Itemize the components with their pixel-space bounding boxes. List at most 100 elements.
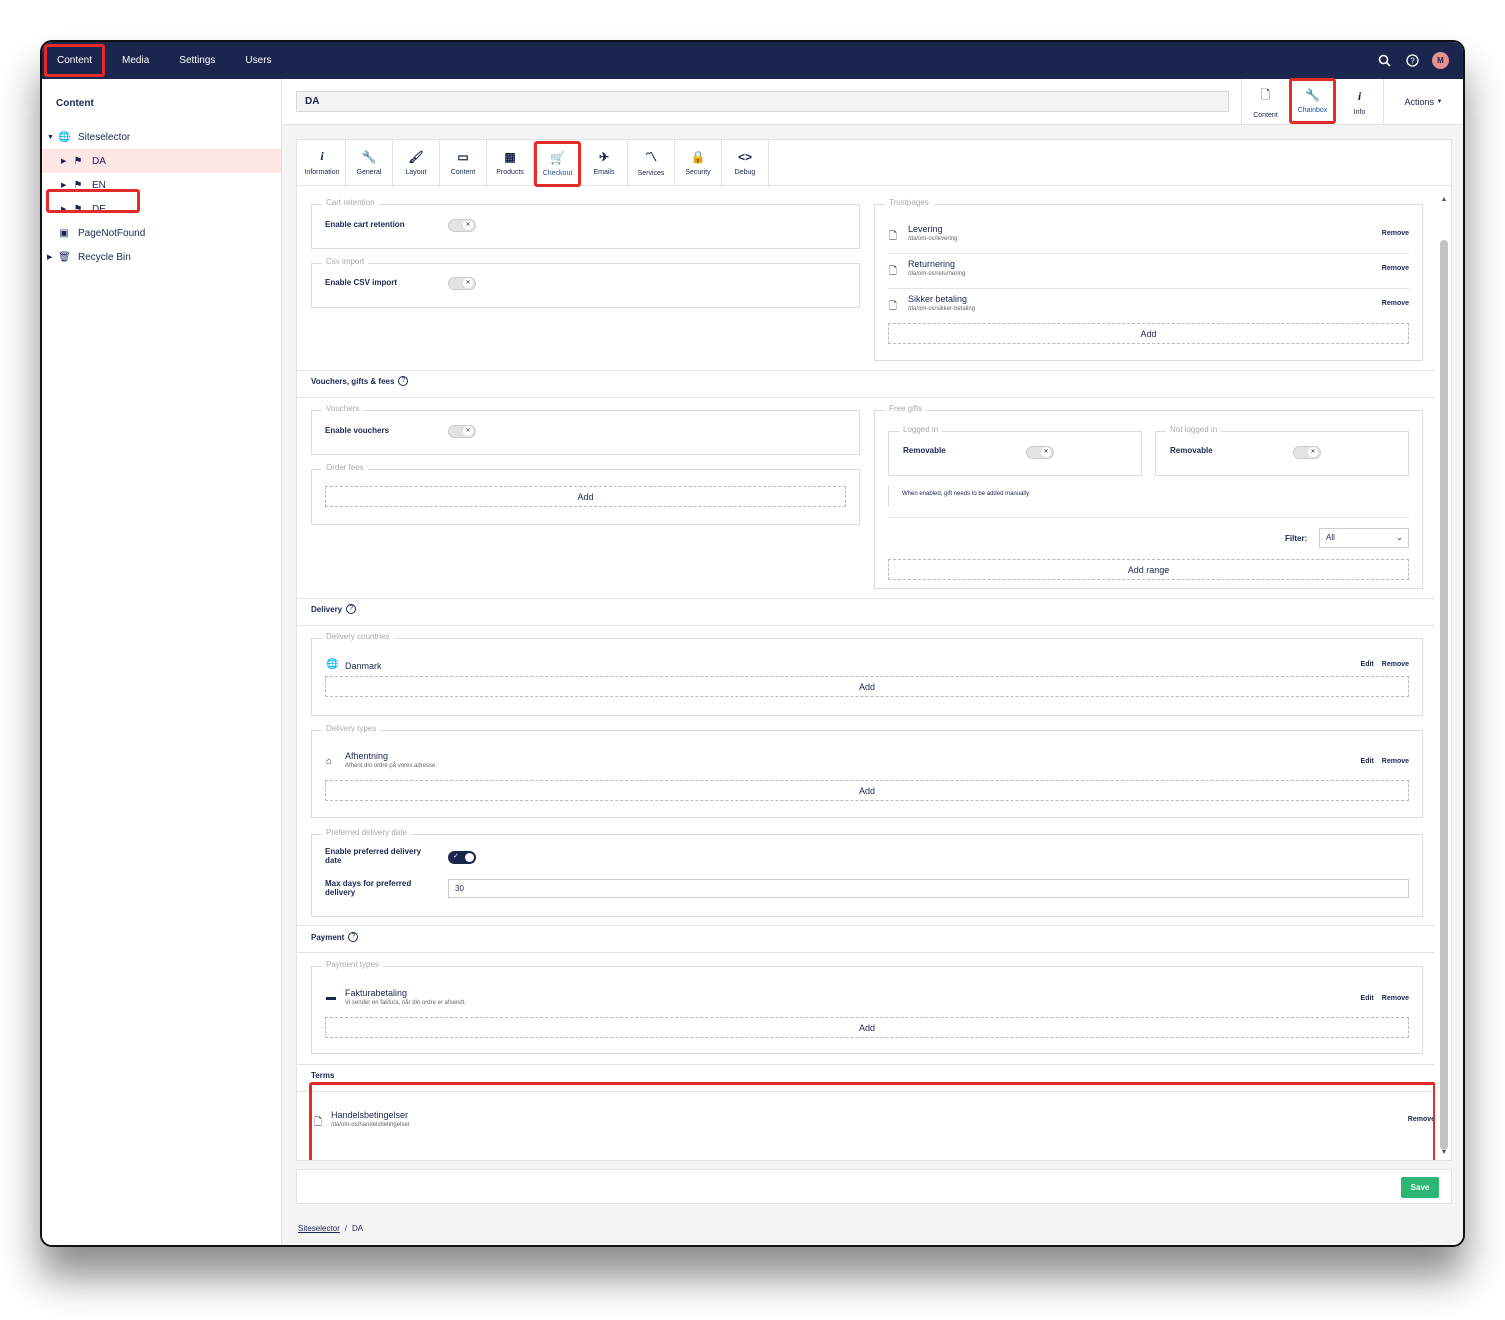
logged-in-removable-toggle[interactable]: [1026, 446, 1054, 459]
divider: [888, 517, 1409, 518]
sidebar-title: Content: [56, 98, 94, 109]
tree-item-recycle-bin[interactable]: ▶ 🗑 Recycle Bin: [42, 245, 281, 269]
lock-icon: 🔒: [690, 149, 706, 164]
app-chainbox-button[interactable]: 🔧 Chainbox: [1289, 78, 1336, 124]
trustpage-item: Levering/da/om-os/levering: [908, 224, 957, 242]
csv-import-toggle[interactable]: [448, 277, 476, 290]
tree-item-siteselector[interactable]: ▼ 🌐 Siteselector: [42, 125, 281, 149]
remove-link[interactable]: Remove: [1382, 661, 1409, 668]
fieldset-legend: Vouchers: [322, 404, 364, 413]
payment-type-item: Fakturabetaling Vi sender en faktura, når…: [345, 988, 466, 1006]
free-gifts-fieldset: Free gifts Logged in Removable Not logge…: [874, 404, 1423, 589]
document-icon: 🗋: [889, 231, 898, 242]
app-content-button[interactable]: 🗋 Content: [1242, 79, 1289, 125]
row-actions: Edit Remove: [1361, 758, 1409, 765]
nav-content[interactable]: Content: [44, 44, 106, 77]
help-icon[interactable]: ?: [1404, 53, 1420, 69]
layout-icon: ▭: [457, 149, 469, 164]
tab-layout[interactable]: 🖌 Layout: [393, 140, 440, 185]
section-title: Delivery: [311, 604, 343, 614]
csv-import-fieldset: Csv import Enable CSV import: [311, 257, 860, 308]
remove-link[interactable]: Remove: [1382, 995, 1409, 1002]
add-country-button[interactable]: Add: [325, 676, 1409, 697]
edit-link[interactable]: Edit: [1361, 758, 1374, 765]
tab-debug[interactable]: <> Debug: [722, 140, 769, 185]
tab-products[interactable]: ▦ Products: [487, 140, 534, 185]
scrollbar[interactable]: ▲ ▼: [1439, 196, 1449, 1156]
wrench-icon: 🔧: [361, 149, 377, 164]
caret-right-icon[interactable]: ▶: [61, 157, 66, 165]
add-payment-type-button[interactable]: Add: [325, 1017, 1409, 1038]
item-path: /da/om-os/returnering: [908, 271, 966, 277]
add-trustpage-button[interactable]: Add: [888, 323, 1409, 344]
scroll-down-icon[interactable]: ▼: [1439, 1149, 1449, 1156]
chart-icon: 〽: [644, 150, 657, 164]
divider: [297, 370, 1435, 371]
save-button[interactable]: Save: [1401, 1177, 1439, 1198]
remove-link[interactable]: Remove: [1382, 230, 1409, 237]
node-name-input[interactable]: DA: [296, 91, 1229, 112]
tree-item-da[interactable]: ▶ ⚑ DA: [42, 149, 281, 173]
fieldset-legend: Free gifts: [885, 404, 927, 413]
info-icon: i: [1357, 88, 1362, 103]
caret-right-icon[interactable]: ▶: [47, 253, 52, 261]
tab-checkout[interactable]: 🛒 Checkout: [534, 141, 581, 187]
row-actions: Remove: [1382, 230, 1409, 237]
help-icon[interactable]: ?: [398, 376, 409, 386]
tab-content[interactable]: ▭ Content: [440, 140, 487, 185]
edit-link[interactable]: Edit: [1361, 661, 1374, 668]
vouchers-toggle[interactable]: [448, 425, 476, 438]
cart-retention-fieldset: Cart retention Enable cart retention: [311, 198, 860, 249]
item-title: Fakturabetaling: [345, 988, 408, 998]
breadcrumb-link[interactable]: Siteselector: [298, 1224, 340, 1233]
caret-down-icon[interactable]: ▼: [47, 134, 54, 141]
nav-media[interactable]: Media: [107, 42, 164, 79]
field-label: Max days for preferred delivery: [325, 879, 412, 897]
edit-link[interactable]: Edit: [1361, 995, 1374, 1002]
svg-text:?: ?: [1410, 57, 1415, 66]
divider: [297, 625, 1435, 626]
cart-retention-toggle[interactable]: [448, 219, 476, 232]
actions-dropdown[interactable]: Actions ▼: [1383, 79, 1463, 125]
app-info-button[interactable]: i Info: [1336, 79, 1383, 125]
tab-information[interactable]: i Information: [299, 140, 346, 185]
help-icon[interactable]: ?: [348, 932, 359, 942]
field-label: Removable: [1170, 446, 1213, 455]
trash-icon: 🗑: [58, 251, 71, 263]
globe-icon: 🌐: [58, 131, 71, 143]
tab-security[interactable]: 🔒 Security: [675, 140, 722, 185]
globe-icon: 🌐: [326, 659, 339, 670]
scrollbar-thumb[interactable]: [1440, 240, 1448, 1150]
nav-settings[interactable]: Settings: [164, 42, 230, 79]
add-delivery-type-button[interactable]: Add: [325, 780, 1409, 801]
add-range-button[interactable]: Add range: [888, 559, 1409, 580]
divider: [297, 1064, 1435, 1065]
field-label: Enable cart retention: [325, 220, 405, 229]
preferred-delivery-toggle[interactable]: [448, 851, 476, 864]
remove-link[interactable]: Remove: [1382, 300, 1409, 307]
item-path: /da/om-os/sikker-betaling: [908, 306, 976, 312]
nav-users[interactable]: Users: [230, 42, 286, 79]
tab-services[interactable]: 〽 Services: [628, 140, 675, 185]
grid-icon: ▦: [504, 149, 516, 164]
add-order-fee-button[interactable]: Add: [325, 486, 846, 507]
tree-item-pagenotfound[interactable]: ▣ PageNotFound: [42, 221, 281, 245]
remove-link[interactable]: Remove: [1382, 265, 1409, 272]
note-bar: [888, 485, 889, 507]
editor-header: DA 🗋 Content 🔧 Chainbox i Info Actions ▼: [282, 78, 1463, 125]
not-logged-in-removable-toggle[interactable]: [1293, 446, 1321, 459]
caret-right-icon[interactable]: ▶: [61, 181, 66, 189]
remove-link[interactable]: Remove: [1382, 758, 1409, 765]
payment-section-title: Payment?: [311, 932, 359, 942]
breadcrumb-separator: /: [344, 1224, 348, 1233]
avatar[interactable]: M: [1432, 52, 1449, 69]
filter-select[interactable]: All ⌄: [1319, 528, 1409, 548]
tab-emails[interactable]: ✈ Emails: [581, 140, 628, 185]
max-days-input[interactable]: 30: [448, 879, 1409, 898]
scroll-up-icon[interactable]: ▲: [1439, 196, 1449, 203]
search-icon[interactable]: [1376, 53, 1392, 69]
help-icon[interactable]: ?: [346, 604, 357, 614]
item-title: Levering: [908, 224, 943, 234]
credit-card-icon: ▬: [326, 992, 336, 1003]
tab-general[interactable]: 🔧 General: [346, 140, 393, 185]
